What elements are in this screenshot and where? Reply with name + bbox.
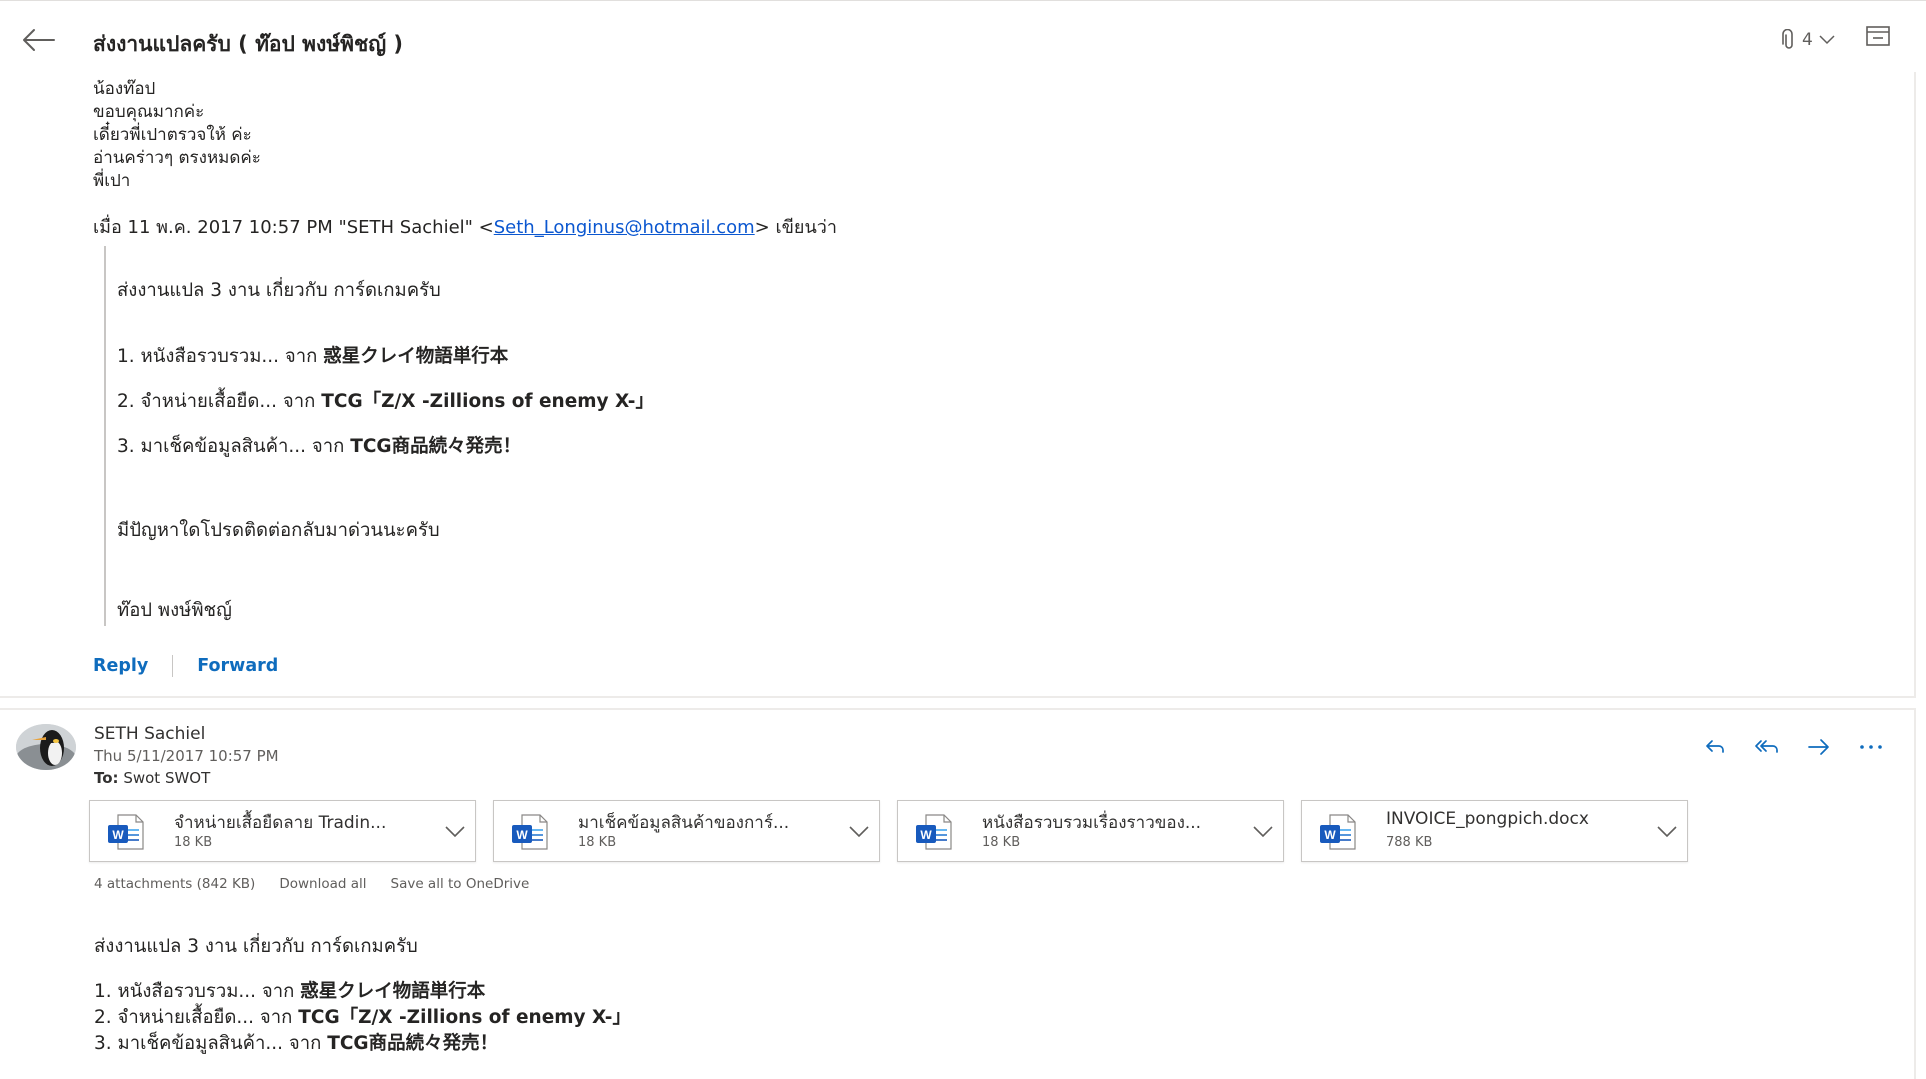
- attachment-count-dropdown[interactable]: 4: [1782, 25, 1835, 55]
- word-doc-icon: W: [916, 814, 952, 850]
- more-actions-button[interactable]: [1854, 732, 1888, 762]
- reply-all-action-button[interactable]: [1750, 732, 1784, 762]
- quote-item-source: TCG商品続々発売！: [350, 436, 522, 457]
- word-doc-icon: W: [108, 814, 144, 850]
- forward-icon: [1808, 739, 1829, 755]
- attachment-name: มาเช็คข้อมูลสินค้าของการ์...: [578, 813, 790, 833]
- forward-action-button[interactable]: [1802, 732, 1836, 762]
- to-label: To:: [94, 769, 119, 787]
- quoted-message: ส่งงานแปล 3 งาน เกี่ยวกับ การ์ดเกมครับ 1…: [104, 246, 1004, 626]
- popout-button[interactable]: [1865, 25, 1895, 55]
- penguin-avatar-icon: [16, 724, 76, 770]
- svg-text:W: W: [516, 828, 528, 842]
- chevron-down-icon[interactable]: [1251, 819, 1275, 843]
- back-button[interactable]: [20, 25, 56, 55]
- reply-line: ขอบคุณมากค่ะ: [93, 102, 205, 122]
- body-item-source: TCG商品続々発売！: [327, 1033, 499, 1054]
- message-actions: Reply Forward: [93, 655, 278, 677]
- word-doc-icon: W: [1320, 814, 1356, 850]
- chevron-down-icon[interactable]: [443, 819, 467, 843]
- body-item: 2. จำหน่ายเสื้อยืด... จาก TCG「Z/X -Zilli…: [94, 1003, 631, 1032]
- attachment-card[interactable]: W จำหน่ายเสื้อยืดลาย Tradin... 18 KB: [89, 800, 476, 862]
- body-item: 1. หนังสือรวบรวม... จาก 惑星クレイ物語単行本: [94, 977, 485, 1006]
- quote-item: 3. มาเช็คข้อมูลสินค้า... จาก TCG商品続々発売！: [117, 432, 521, 461]
- back-arrow-icon: [23, 29, 55, 51]
- message-reply: น้องท๊อป ขอบคุณมากค่ะ เดี๋ยวพี่เปาตรวจให…: [0, 72, 1916, 698]
- reply-line: น้องท๊อป: [93, 79, 156, 99]
- reply-line: เดี๋ยวพี่เปาตรวจให้ ค่ะ: [93, 125, 252, 145]
- quote-contact: มีปัญหาใดโปรดติดต่อกลับมาด่วนนะครับ: [117, 520, 440, 541]
- quote-signature: ท๊อป พงษ์พิชญ์: [117, 600, 232, 621]
- body-item-source: 惑星クレイ物語単行本: [300, 981, 486, 1002]
- body-item-prefix: 3. มาเช็คข้อมูลสินค้า... จาก: [94, 1033, 328, 1054]
- popout-icon: [1866, 26, 1890, 46]
- attachment-count: 4: [1802, 30, 1813, 50]
- quote-item-prefix: 2. จำหน่ายเสื้อยืด... จาก: [117, 391, 322, 412]
- attachment-size: 18 KB: [982, 835, 1021, 850]
- avatar[interactable]: [16, 724, 76, 770]
- attachment-name: หนังสือรวบรวมเรื่องราวของ...: [982, 813, 1202, 833]
- attachment-name: INVOICE_pongpich.docx: [1386, 809, 1589, 829]
- chevron-down-icon: [1819, 35, 1835, 45]
- quote-item-prefix: 1. หนังสือรวบรวม... จาก: [117, 346, 324, 367]
- sender-name[interactable]: SETH Sachiel: [94, 724, 205, 744]
- recipient[interactable]: Swot SWOT: [123, 769, 210, 787]
- email-subject: ส่งงานแปลครับ ( ท๊อป พงษ์พิชญ์ ): [93, 32, 404, 56]
- attachment-size: 788 KB: [1386, 835, 1433, 850]
- reading-pane-header: ส่งงานแปลครับ ( ท๊อป พงษ์พิชญ์ ) 4: [0, 0, 1926, 78]
- quote-header-prefix: เมื่อ 11 พ.ค. 2017 10:57 PM "SETH Sachie…: [93, 217, 494, 238]
- quote-item: 2. จำหน่ายเสื้อยืด... จาก TCG「Z/X -Zilli…: [117, 387, 654, 416]
- attachment-size: 18 KB: [578, 835, 617, 850]
- attachment-card[interactable]: W INVOICE_pongpich.docx 788 KB: [1301, 800, 1688, 862]
- reply-all-icon: [1755, 740, 1778, 753]
- chevron-down-icon[interactable]: [847, 819, 871, 843]
- attachment-name: จำหน่ายเสื้อยืดลาย Tradin...: [174, 813, 387, 833]
- quote-item-source: 惑星クレイ物語単行本: [323, 346, 509, 367]
- more-icon: [1860, 745, 1882, 749]
- attachment-size: 18 KB: [174, 835, 213, 850]
- body-item-source: TCG「Z/X -Zillions of enemy X-」: [298, 1007, 631, 1028]
- save-onedrive-button[interactable]: Save all to OneDrive: [391, 876, 530, 892]
- reply-button[interactable]: Reply: [93, 656, 148, 676]
- reply-action-button[interactable]: [1698, 732, 1732, 762]
- attachment-card[interactable]: W มาเช็คข้อมูลสินค้าของการ์... 18 KB: [493, 800, 880, 862]
- attachment-summary: 4 attachments (842 KB) Download all Save…: [94, 876, 529, 892]
- attachment-card[interactable]: W หนังสือรวบรวมเรื่องราวของ... 18 KB: [897, 800, 1284, 862]
- download-all-button[interactable]: Download all: [279, 876, 366, 892]
- reply-icon: [1706, 740, 1724, 753]
- svg-text:W: W: [112, 828, 124, 842]
- recipients: To: Swot SWOT: [94, 769, 210, 787]
- quote-item: 1. หนังสือรวบรวม... จาก 惑星クレイ物語単行本: [117, 342, 508, 371]
- paperclip-icon: [1782, 29, 1793, 49]
- quote-intro: ส่งงานแปล 3 งาน เกี่ยวกับ การ์ดเกมครับ: [117, 280, 441, 301]
- divider: [172, 655, 174, 677]
- svg-text:W: W: [920, 828, 932, 842]
- body-item-prefix: 1. หนังสือรวบรวม... จาก: [94, 981, 301, 1002]
- word-doc-icon: W: [512, 814, 548, 850]
- quote-header-suffix: > เขียนว่า: [754, 217, 837, 238]
- reply-text: น้องท๊อป ขอบคุณมากค่ะ เดี๋ยวพี่เปาตรวจให…: [93, 78, 261, 193]
- attachment-total: 4 attachments (842 KB): [94, 876, 256, 892]
- reply-line: อ่านคร่าวๆ ตรงหมดค่ะ: [93, 148, 261, 168]
- body-item: 3. มาเช็คข้อมูลสินค้า... จาก TCG商品続々発売！: [94, 1029, 498, 1058]
- quote-header: เมื่อ 11 พ.ค. 2017 10:57 PM "SETH Sachie…: [93, 212, 837, 241]
- message-original: SETH Sachiel Thu 5/11/2017 10:57 PM To: …: [0, 708, 1916, 1079]
- message-datetime: Thu 5/11/2017 10:57 PM: [94, 747, 279, 765]
- quote-item-source: TCG「Z/X -Zillions of enemy X-」: [321, 391, 654, 412]
- sender-email-link[interactable]: Seth_Longinus@hotmail.com: [494, 217, 755, 238]
- body-intro: ส่งงานแปล 3 งาน เกี่ยวกับ การ์ดเกมครับ: [94, 936, 418, 957]
- svg-text:W: W: [1324, 828, 1336, 842]
- body-item-prefix: 2. จำหน่ายเสื้อยืด... จาก: [94, 1007, 299, 1028]
- quote-item-prefix: 3. มาเช็คข้อมูลสินค้า... จาก: [117, 436, 351, 457]
- reply-line: พี่เปา: [93, 171, 131, 191]
- message-toolbar: [1698, 732, 1888, 762]
- forward-button[interactable]: Forward: [197, 656, 278, 676]
- attachment-list: W จำหน่ายเสื้อยืดลาย Tradin... 18 KB W ม…: [89, 800, 1688, 862]
- chevron-down-icon[interactable]: [1655, 819, 1679, 843]
